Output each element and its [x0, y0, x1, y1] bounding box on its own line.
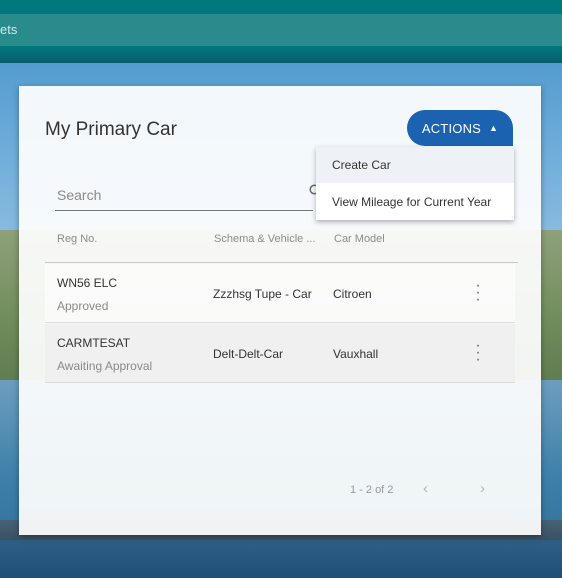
actions-menu: Create Car View Mileage for Current Year	[316, 147, 514, 220]
menu-item-label: View Mileage for Current Year	[332, 195, 492, 209]
reg-number: CARMTESAT	[57, 336, 131, 350]
schema-text: Delt-Delt-Car	[213, 347, 284, 361]
more-vert-icon[interactable]: · · ·	[473, 278, 483, 308]
schema-text: Zzzhsg Tupe - Car	[213, 287, 312, 301]
more-vert-icon[interactable]: · · ·	[473, 338, 483, 368]
row-divider	[45, 322, 515, 323]
nav-strip	[0, 14, 562, 46]
car-model: Vauxhall	[333, 347, 379, 361]
column-header-schema: Schema & Vehicle ...	[214, 233, 316, 245]
car-model: Citroen	[333, 287, 372, 301]
table-row[interactable]: CARMTESAT Awaiting Approval Delt-Delt-Ca…	[45, 324, 515, 383]
background-bottom	[0, 540, 562, 578]
actions-label: ACTIONS	[421, 120, 482, 136]
column-header-model: Car Model	[334, 233, 385, 245]
table-row[interactable]: WN56 ELC Approved Zzzhsg Tupe - Car Citr…	[45, 264, 515, 323]
menu-item-create-car[interactable]: Create Car	[316, 147, 514, 183]
pagination-summary: 1 - 2 of 2	[350, 484, 394, 496]
header-divider	[45, 262, 518, 263]
menu-item-label: Create Car	[332, 158, 391, 172]
next-page-icon[interactable]: ›	[480, 480, 485, 497]
search-field	[55, 180, 323, 211]
row-divider	[45, 382, 515, 383]
card-title: My Primary Car	[45, 119, 177, 140]
reg-number: WN56 ELC	[57, 276, 118, 290]
column-header-reg: Reg No.	[57, 233, 98, 245]
actions-button[interactable]: ACTIONS ▲	[407, 110, 513, 146]
caret-up-icon: ▲	[489, 123, 499, 133]
top-nav-bar: ets	[0, 0, 562, 63]
prev-page-icon[interactable]: ‹	[423, 480, 428, 497]
menu-item-view-mileage[interactable]: View Mileage for Current Year	[316, 184, 514, 220]
status-text: Awaiting Approval	[57, 359, 153, 373]
nav-item-partial[interactable]: ets	[0, 22, 17, 37]
search-input[interactable]	[55, 180, 299, 210]
status-text: Approved	[57, 299, 109, 313]
